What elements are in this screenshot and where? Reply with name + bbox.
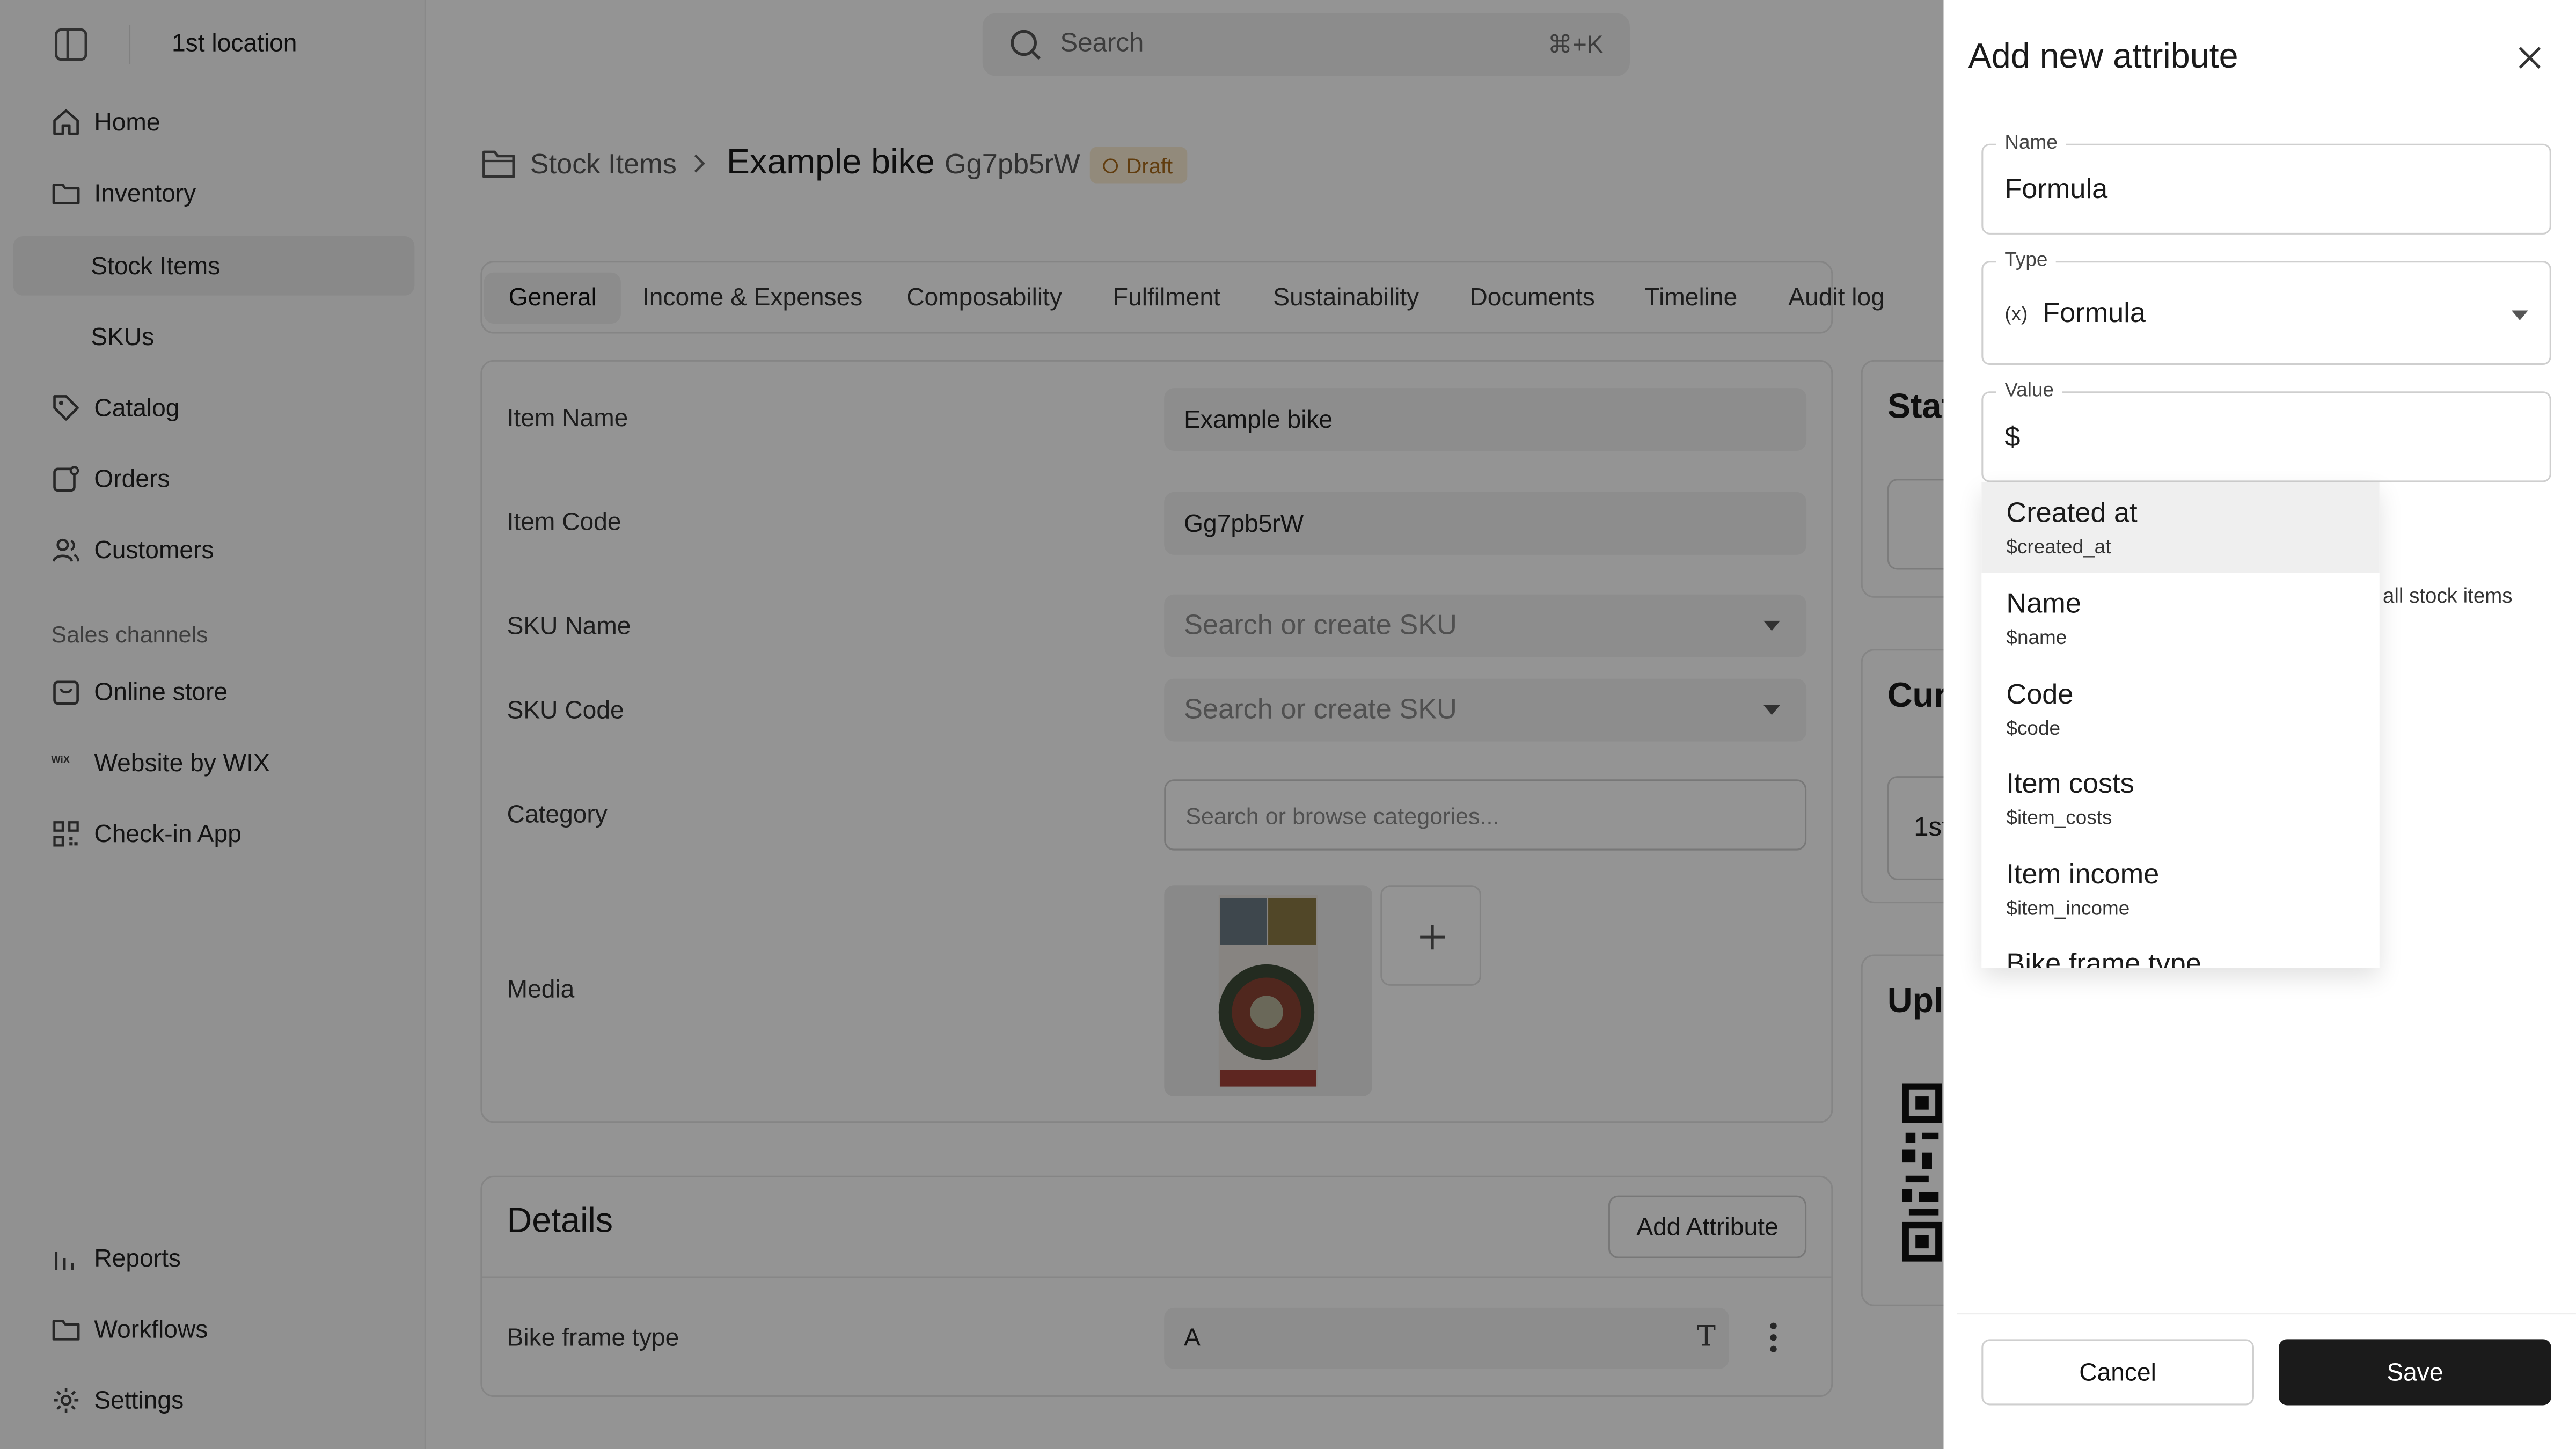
add-attribute-drawer: Add new attribute Name Formula Type (x) … [1943,0,2576,1449]
dropdown-option-code[interactable]: Code $code [1981,664,2380,755]
dropdown-option-item-income[interactable]: Item income $item_income [1981,844,2380,934]
dropdown-option-item-costs[interactable]: Item costs $item_costs [1981,753,2380,844]
close-icon[interactable] [2516,45,2543,71]
attribute-type-select[interactable]: Type (x) Formula [1981,247,2551,365]
option-title: Bike frame type [2006,948,2201,968]
value-helper-text: all stock items [2382,584,2513,608]
option-variable: $created_at [2006,535,2111,558]
dropdown-option-name[interactable]: Name $name [1981,573,2380,664]
attribute-name-value: Formula [2004,173,2108,205]
option-title: Created at [2006,497,2138,529]
save-button[interactable]: Save [2279,1339,2551,1406]
app-root: 1st location Home Inventory Stock Items … [0,0,2576,1449]
dropdown-option-created-at[interactable]: Created at $created_at [1981,482,2380,573]
option-title: Item income [2006,858,2160,890]
formula-variable-dropdown: Created at $created_at Name $name Code $… [1981,482,2380,968]
attribute-type-value: Formula [2043,297,2146,329]
drawer-footer-divider [1957,1313,2576,1315]
option-title: Code [2006,678,2074,711]
option-variable: $item_income [2006,896,2130,920]
cancel-button[interactable]: Cancel [1981,1339,2254,1406]
chevron-down-icon [2511,310,2528,320]
modal-overlay[interactable] [0,0,1944,1449]
attribute-name-field[interactable]: Name Formula [1981,130,2551,235]
option-title: Name [2006,588,2081,619]
option-variable: $name [2006,626,2067,649]
option-title: Item costs [2006,767,2134,800]
attribute-value-input[interactable]: Value $ [1981,378,2551,482]
name-field-label: Name [1996,130,2066,154]
type-field-label: Type [1996,247,2056,271]
drawer-title: Add new attribute [1968,38,2238,76]
attribute-value-text: $ [2004,421,2021,453]
value-field-label: Value [1996,378,2062,401]
dropdown-option-bike-frame-type[interactable]: Bike frame type [1981,933,2380,968]
formula-variable-icon: (x) [2004,302,2028,326]
option-variable: $item_costs [2006,806,2112,829]
option-variable: $code [2006,716,2061,740]
